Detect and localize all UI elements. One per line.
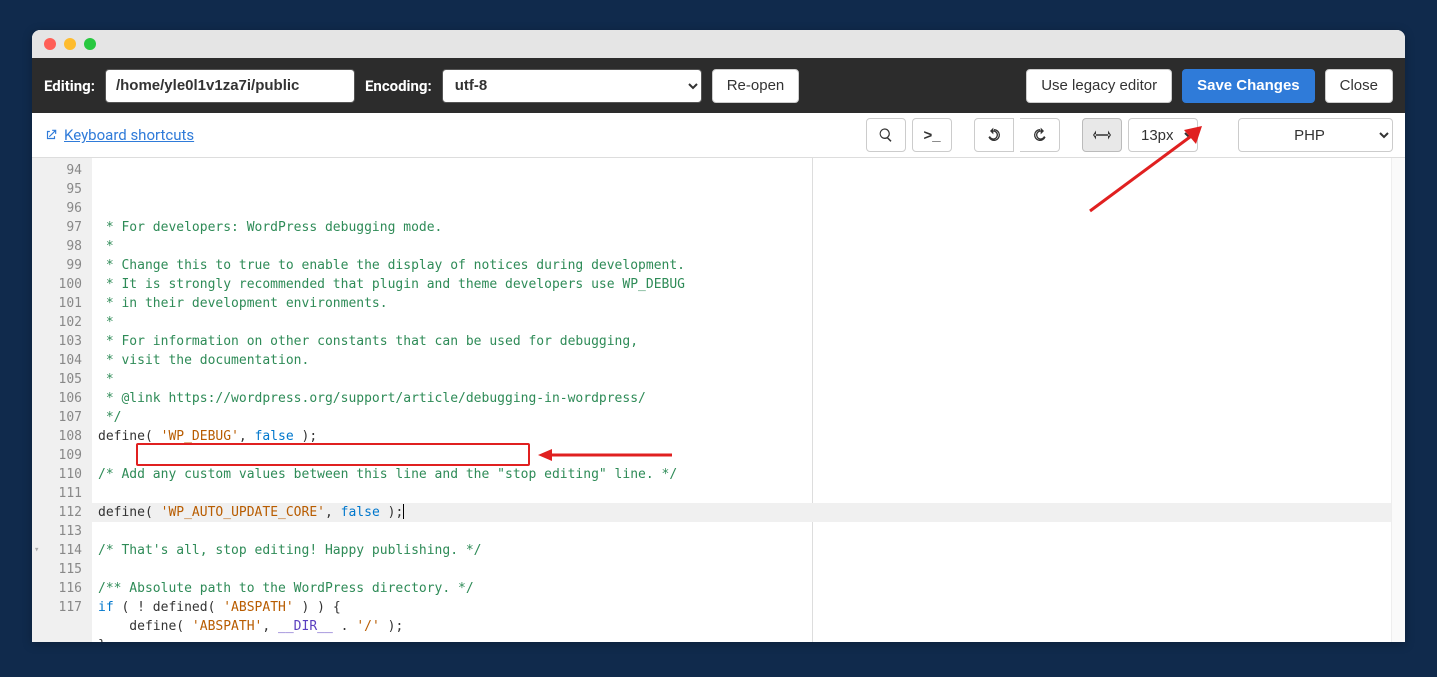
save-changes-button[interactable]: Save Changes xyxy=(1182,69,1315,103)
external-link-icon xyxy=(44,128,58,142)
code-line[interactable]: define( 'WP_AUTO_UPDATE_CORE', false ); xyxy=(92,503,1405,522)
language-select[interactable]: PHP xyxy=(1238,118,1393,152)
code-area[interactable]: * For developers: WordPress debugging mo… xyxy=(92,158,1405,642)
vertical-scrollbar[interactable] xyxy=(1391,158,1405,642)
code-line[interactable]: * @link https://wordpress.org/support/ar… xyxy=(92,389,1405,408)
code-line[interactable]: * It is strongly recommended that plugin… xyxy=(92,275,1405,294)
code-line[interactable] xyxy=(92,522,1405,541)
code-line[interactable]: * xyxy=(92,370,1405,389)
search-button[interactable] xyxy=(866,118,906,152)
code-line[interactable] xyxy=(92,446,1405,465)
redo-button[interactable] xyxy=(1020,118,1060,152)
code-line[interactable]: * in their development environments. xyxy=(92,294,1405,313)
minimize-window-button[interactable] xyxy=(64,38,76,50)
command-button[interactable]: >_ xyxy=(912,118,952,152)
code-line[interactable] xyxy=(92,560,1405,579)
top-toolbar: Editing: Encoding: utf-8 Re-open Use leg… xyxy=(32,58,1405,113)
encoding-select[interactable]: utf-8 xyxy=(442,69,702,103)
maximize-window-button[interactable] xyxy=(84,38,96,50)
search-icon xyxy=(878,127,894,143)
keyboard-shortcuts-label: Keyboard shortcuts xyxy=(64,126,194,144)
code-line[interactable]: } xyxy=(92,636,1405,642)
close-button[interactable]: Close xyxy=(1325,69,1393,103)
close-window-button[interactable] xyxy=(44,38,56,50)
code-line[interactable] xyxy=(92,484,1405,503)
code-line[interactable]: * Change this to true to enable the disp… xyxy=(92,256,1405,275)
undo-icon xyxy=(986,127,1002,143)
code-line[interactable]: * For developers: WordPress debugging mo… xyxy=(92,218,1405,237)
code-editor[interactable]: 9495969798991001011021031041051061071081… xyxy=(32,158,1405,642)
window-titlebar xyxy=(32,30,1405,58)
redo-icon xyxy=(1032,127,1048,143)
editing-label: Editing: xyxy=(44,77,95,95)
code-line[interactable]: */ xyxy=(92,408,1405,427)
code-line[interactable]: * visit the documentation. xyxy=(92,351,1405,370)
undo-button[interactable] xyxy=(974,118,1014,152)
code-line[interactable]: define( 'ABSPATH', __DIR__ . '/' ); xyxy=(92,617,1405,636)
code-line[interactable]: /* That's all, stop editing! Happy publi… xyxy=(92,541,1405,560)
reopen-button[interactable]: Re-open xyxy=(712,69,800,103)
code-line[interactable]: * xyxy=(92,237,1405,256)
code-line[interactable]: * For information on other constants tha… xyxy=(92,332,1405,351)
code-line[interactable]: * xyxy=(92,313,1405,332)
code-line[interactable]: define( 'WP_DEBUG', false ); xyxy=(92,427,1405,446)
wrap-toggle-button[interactable] xyxy=(1082,118,1122,152)
file-path-input[interactable] xyxy=(105,69,355,103)
font-size-select[interactable]: 13px xyxy=(1128,118,1198,152)
code-line[interactable]: /* Add any custom values between this li… xyxy=(92,465,1405,484)
code-line[interactable]: if ( ! defined( 'ABSPATH' ) ) { xyxy=(92,598,1405,617)
code-line[interactable]: /** Absolute path to the WordPress direc… xyxy=(92,579,1405,598)
wrap-icon xyxy=(1093,128,1111,142)
use-legacy-editor-button[interactable]: Use legacy editor xyxy=(1026,69,1172,103)
editor-window: Editing: Encoding: utf-8 Re-open Use leg… xyxy=(32,30,1405,642)
line-number-gutter: 9495969798991001011021031041051061071081… xyxy=(32,158,92,642)
encoding-label: Encoding: xyxy=(365,77,432,95)
editor-toolbar: Keyboard shortcuts >_ 13px PHP xyxy=(32,113,1405,158)
terminal-icon: >_ xyxy=(923,127,940,144)
keyboard-shortcuts-link[interactable]: Keyboard shortcuts xyxy=(44,126,194,144)
